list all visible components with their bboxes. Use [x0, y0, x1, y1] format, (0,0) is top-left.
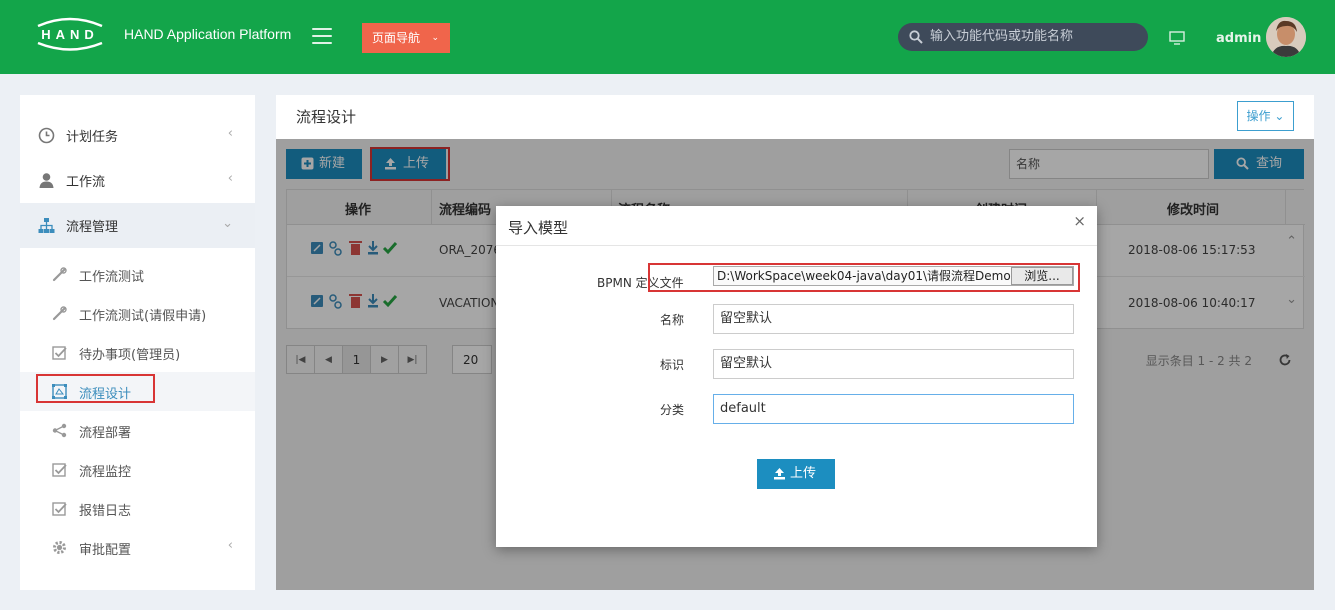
chevron-down-icon: ⌄ [222, 216, 233, 231]
sidebar-subitem-workflow-test[interactable]: 工作流测试 [20, 255, 255, 294]
app-title: HAND Application Platform [124, 26, 292, 42]
top-bar: HAND HAND Application Platform 页面导航 ⌄ 输入… [0, 0, 1335, 74]
menu-toggle-icon[interactable] [312, 28, 332, 44]
sidebar-item-label: 报错日志 [79, 504, 132, 519]
checkbox-icon [52, 346, 67, 360]
sidebar-item-label: 工作流测试(请假申请) [79, 309, 207, 324]
chevron-left-icon: ‹ [227, 171, 233, 186]
close-icon[interactable]: × [1073, 212, 1086, 230]
hand-logo: HAND [37, 17, 103, 51]
name-field[interactable]: 留空默认 [713, 304, 1074, 334]
chevron-down-icon: ⌄ [431, 33, 439, 43]
avatar[interactable] [1266, 17, 1306, 57]
sidebar-subitem-error-log[interactable]: 报错日志 [20, 489, 255, 528]
highlight-box-file [648, 263, 1080, 292]
upload-icon [774, 468, 785, 480]
sidebar-item-label: 流程部署 [79, 426, 132, 441]
sidebar-item-label: 流程管理 [66, 220, 119, 235]
operations-label: 操作 [1246, 109, 1271, 123]
dialog-title: 导入模型 [508, 219, 569, 237]
share-icon [52, 423, 67, 438]
sidebar-subitem-todo-admin[interactable]: 待办事项(管理员) [20, 333, 255, 372]
category-field[interactable]: default [713, 394, 1074, 424]
sidebar-subitem-approval-config[interactable]: 审批配置 ‹ [20, 528, 255, 567]
upload-button[interactable]: 上传 [757, 459, 835, 489]
wrench-icon [52, 267, 67, 282]
username[interactable]: admin [1216, 31, 1261, 46]
sidebar-item-label: 计划任务 [66, 130, 119, 145]
search-placeholder: 输入功能代码或功能名称 [930, 29, 1074, 44]
sidebar-item-label: 待办事项(管理员) [79, 348, 181, 363]
sidebar-item-process-management[interactable]: 流程管理 ⌄ [20, 203, 255, 248]
operations-button[interactable]: 操作 ⌄ [1237, 101, 1294, 131]
sidebar-item-scheduled-tasks[interactable]: 计划任务 ‹ [20, 113, 255, 158]
sidebar-item-label: 流程监控 [79, 465, 132, 480]
id-field-label: 标识 [660, 358, 685, 372]
upload-button-label: 上传 [790, 466, 817, 481]
sidebar-item-label: 工作流 [66, 175, 106, 190]
checkbox-icon [52, 502, 67, 516]
function-search-input[interactable]: 输入功能代码或功能名称 [898, 23, 1148, 51]
sidebar-item-label: 工作流测试 [79, 270, 145, 285]
checkbox-icon [52, 463, 67, 477]
id-field[interactable]: 留空默认 [713, 349, 1074, 379]
page-title: 流程设计 [296, 108, 357, 126]
svg-text:HAND: HAND [41, 27, 99, 42]
monitor-icon[interactable] [1168, 30, 1186, 46]
sidebar: 计划任务 ‹ 工作流 ‹ 流程管理 ⌄ 工作流测试 工作流测试(请假申请) 待办… [20, 95, 255, 590]
sidebar-subitem-process-monitor[interactable]: 流程监控 [20, 450, 255, 489]
sidebar-item-workflow[interactable]: 工作流 ‹ [20, 158, 255, 203]
sidebar-subitem-workflow-test-leave[interactable]: 工作流测试(请假申请) [20, 294, 255, 333]
category-field-label: 分类 [660, 403, 685, 417]
sidebar-item-label: 审批配置 [79, 543, 132, 558]
page-nav-button[interactable]: 页面导航 ⌄ [362, 23, 450, 53]
import-model-dialog: 导入模型 × BPMN 定义文件 D:\WorkSpace\week04-jav… [496, 206, 1097, 547]
chevron-left-icon: ‹ [227, 126, 233, 141]
page-nav-label: 页面导航 [372, 31, 421, 45]
wrench-icon [52, 306, 67, 321]
name-field-label: 名称 [660, 313, 685, 327]
search-icon [909, 30, 923, 44]
gear-icon [53, 541, 66, 554]
clock-icon [38, 127, 55, 144]
sitemap-icon [38, 218, 55, 233]
sidebar-subitem-process-deploy[interactable]: 流程部署 [20, 411, 255, 450]
user-icon [39, 173, 54, 188]
chevron-left-icon: ‹ [227, 538, 233, 553]
highlight-box-sidebar [36, 374, 155, 403]
